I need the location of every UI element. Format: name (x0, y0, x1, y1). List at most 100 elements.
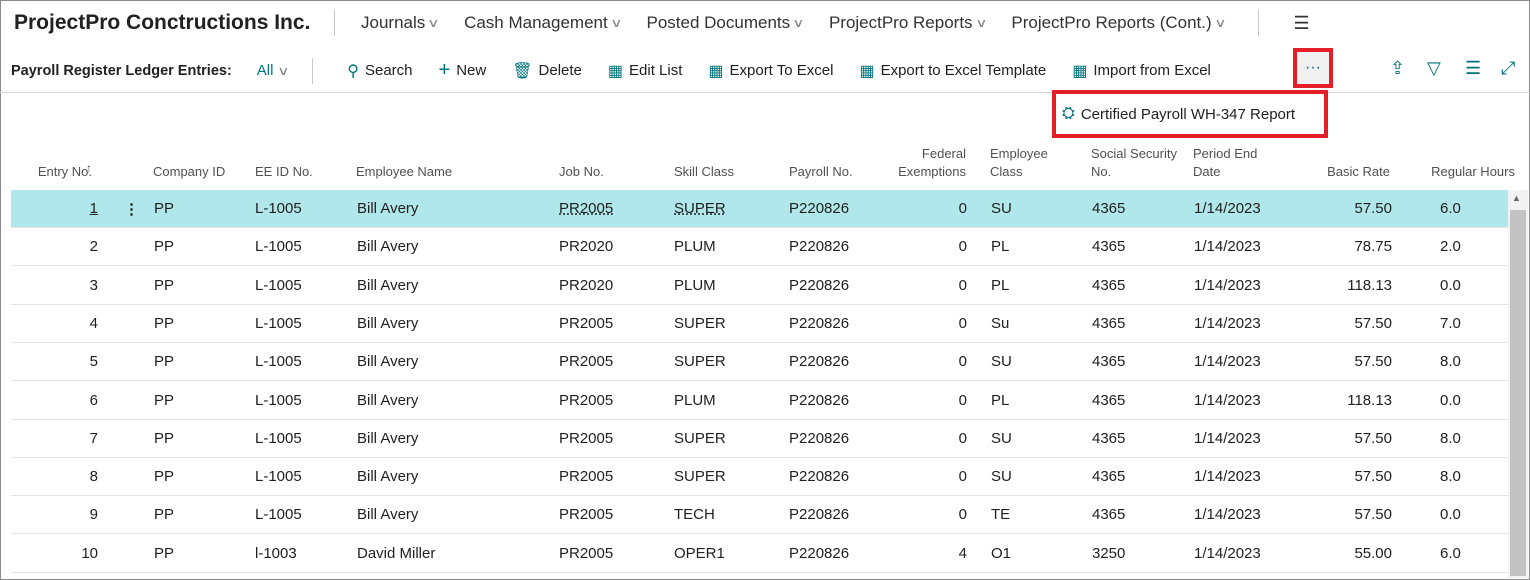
certified-payroll-report-item[interactable]: Certified Payroll WH-347 Report (1081, 106, 1295, 123)
column-header[interactable]: Entry No. (22, 140, 92, 188)
cell-entry-no[interactable]: 3 (22, 277, 98, 294)
nav-label: Posted Documents (646, 13, 791, 32)
edit-list-button[interactable]: ▦ Edit List (608, 61, 682, 81)
cell-job-no: PR2005 (559, 429, 614, 447)
list-view-icon[interactable]: ☰ (1465, 58, 1481, 79)
cell-regular-hours: 8.0 (1440, 429, 1461, 447)
cell-ee-id-no: L-1005 (255, 429, 302, 447)
nav-projectpro-reports-cont[interactable]: ProjectPro Reports (Cont.) ∨ (1011, 13, 1226, 33)
cell-basic-rate: 55.00 (1354, 544, 1392, 562)
cell-ee-id-no: L-1005 (255, 391, 302, 409)
cell-ee-id-no: L-1005 (255, 506, 302, 524)
cell-payroll-no: P220826 (789, 429, 850, 447)
table-row[interactable]: 1 PP L-1005 Bill Avery PR2005 SUPER P220826 0 SU… (11, 190, 1508, 228)
cell-skill-class: PLUM (674, 238, 716, 256)
delete-button[interactable]: 🗑︎ Delete (512, 61, 582, 81)
column-header[interactable]: Employee Class (990, 140, 1070, 188)
cell-entry-no[interactable]: 8 (22, 468, 98, 485)
import-from-excel-button[interactable]: ▦ Import from Excel (1072, 61, 1211, 81)
search-button[interactable]: ⚲ Search (347, 61, 412, 81)
cell-social-security-no: 3250 (1092, 544, 1126, 562)
cell-ee-id-no: L-1005 (255, 353, 302, 371)
column-header[interactable]: Employee Name (356, 140, 536, 188)
more-actions-button[interactable]: ··· (1293, 48, 1333, 88)
row-actions-icon[interactable]: ⋮ (124, 200, 139, 218)
cell-entry-no[interactable]: 5 (22, 353, 98, 370)
table-row[interactable]: 8 PP L-1005 Bill Avery PR2005 SUPER P220826 0 SU… (11, 458, 1508, 497)
cell-regular-hours: 0.0 (1440, 391, 1461, 409)
cell-employee-name: Bill Avery (357, 353, 419, 371)
column-header[interactable]: Job No. (559, 140, 649, 188)
column-header[interactable]: Regular Hours (1420, 140, 1515, 188)
filter-icon[interactable]: ▽ (1427, 58, 1441, 79)
nav-label: Journals (361, 13, 426, 32)
table-row[interactable]: 3 PP L-1005 Bill Avery PR2020 PLUM P220826 0 PL 4… (11, 267, 1508, 305)
cell-regular-hours: 0.0 (1440, 276, 1461, 294)
cell-entry-no[interactable]: 1 (22, 200, 98, 217)
cell-period-end-date: 1/14/2023 (1194, 506, 1261, 524)
cell-entry-no[interactable]: 7 (22, 430, 98, 447)
table-row[interactable]: 10 PP l-1003 David Miller PR2005 OPER1 P220826… (11, 535, 1508, 573)
cell-entry-no[interactable]: 2 (22, 238, 98, 255)
cell-payroll-no: P220826 (789, 353, 850, 371)
export-to-excel-template-button[interactable]: ▦ Export to Excel Template (859, 61, 1046, 81)
table-row[interactable]: 9 PP L-1005 Bill Avery PR2005 TECH P220826 0 TE 4… (11, 496, 1508, 535)
scroll-up-icon[interactable]: ▲ (1512, 193, 1521, 203)
cell-social-security-no: 4365 (1092, 200, 1126, 217)
column-header[interactable]: Period End Date (1193, 140, 1283, 188)
cell-basic-rate: 57.50 (1354, 200, 1392, 217)
cell-payroll-no: P220826 (789, 314, 850, 332)
hamburger-menu-icon[interactable]: ☰ (1293, 13, 1309, 34)
nav-cash-management[interactable]: Cash Management ∨ (464, 13, 622, 33)
cell-regular-hours: 6.0 (1440, 544, 1461, 562)
cell-payroll-no: P220826 (789, 544, 850, 562)
scrollbar-thumb[interactable] (1510, 210, 1526, 576)
cell-entry-no[interactable]: 10 (22, 545, 98, 562)
cell-skill-class: SUPER (674, 314, 726, 332)
chevron-down-icon: ∨ (792, 16, 805, 30)
cell-job-no: PR2005 (559, 353, 614, 371)
cell-basic-rate: 78.75 (1354, 238, 1392, 256)
table-row[interactable]: 6 PP L-1005 Bill Avery PR2005 PLUM P220826 0 PL 4… (11, 382, 1508, 420)
share-icon[interactable]: ⇪ (1390, 58, 1405, 79)
cell-company-id: PP (154, 506, 175, 524)
table-row[interactable]: 2 PP L-1005 Bill Avery PR2020 PLUM P220826 0 PL 4… (11, 228, 1508, 267)
table-row[interactable]: 4 PP L-1005 Bill Avery PR2005 SUPER P220826 0 Su… (11, 305, 1508, 343)
column-header[interactable]: Basic Rate (1300, 140, 1390, 188)
cell-employee-class: PL (991, 238, 1010, 256)
table-row[interactable]: 5 PP L-1005 Bill Avery PR2005 SUPER P220826 0 SU… (11, 343, 1508, 382)
cell-social-security-no: 4365 (1092, 391, 1126, 409)
cell-entry-no[interactable]: 9 (22, 506, 98, 523)
cell-basic-rate: 57.50 (1354, 506, 1392, 524)
cell-company-id: PP (154, 200, 175, 217)
export-to-excel-button[interactable]: ▦ Export To Excel (708, 61, 833, 81)
cell-regular-hours: 0.0 (1440, 506, 1461, 524)
cell-period-end-date: 1/14/2023 (1194, 353, 1261, 371)
cell-entry-no[interactable]: 6 (22, 392, 98, 409)
nav-projectpro-reports[interactable]: ProjectPro Reports ∨ (829, 13, 987, 33)
cell-entry-no[interactable]: 4 (22, 315, 98, 332)
cell-social-security-no: 4365 (1092, 468, 1126, 486)
column-header[interactable]: Payroll No. (789, 140, 879, 188)
column-header[interactable]: Company ID (153, 140, 233, 188)
column-header[interactable]: Skill Class (674, 140, 764, 188)
column-header[interactable]: Social Security No. (1091, 140, 1181, 188)
new-button[interactable]: + New (439, 59, 487, 82)
column-header[interactable]: Federal Exemptions (880, 140, 966, 188)
cell-employee-class: SU (991, 353, 1012, 371)
table-row[interactable]: 7 PP L-1005 Bill Avery PR2005 SUPER P220826 0 SU… (11, 420, 1508, 458)
cell-basic-rate: 57.50 (1354, 314, 1392, 332)
cell-employee-class: SU (991, 429, 1012, 447)
chevron-down-icon: ∨ (277, 63, 291, 78)
expand-icon[interactable]: ⤢ (1501, 58, 1515, 79)
cell-job-no: PR2005 (559, 200, 614, 217)
column-header[interactable]: EE ID No. (255, 140, 335, 188)
nav-posted-documents[interactable]: Posted Documents ∨ (646, 13, 805, 33)
excel-template-icon: ▦ (859, 62, 875, 80)
nav-journals[interactable]: Journals ∨ (361, 13, 440, 33)
cell-employee-class: TE (991, 506, 1011, 524)
view-selector[interactable]: All ∨ (257, 62, 291, 79)
cell-regular-hours: 8.0 (1440, 353, 1461, 371)
cell-social-security-no: 4365 (1092, 353, 1126, 371)
cell-employee-class: O1 (991, 544, 1012, 562)
